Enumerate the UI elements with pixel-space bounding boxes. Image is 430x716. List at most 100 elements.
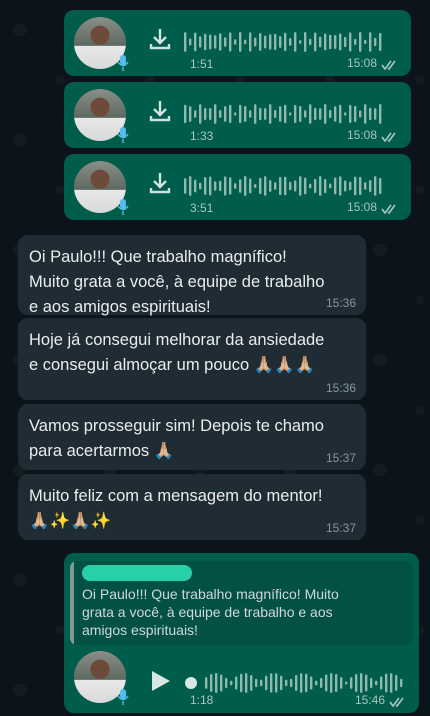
quoted-message[interactable]: Oi Paulo!!! Que trabalho magnífico! Muit…	[70, 561, 413, 645]
waveform-bar	[239, 104, 242, 124]
message-time: 15:08	[346, 128, 377, 142]
waveform-bar	[230, 680, 233, 686]
message-text: Hoje já consegui melhorar da ansiedade e…	[29, 331, 325, 374]
waveform-bar	[379, 177, 382, 195]
waveform-bar	[259, 107, 262, 121]
playback-slider-thumb[interactable]	[185, 677, 197, 689]
waveform-bar	[274, 109, 277, 119]
waveform-bar	[294, 180, 297, 192]
mic-icon	[116, 689, 130, 707]
waveform-bar	[304, 32, 307, 52]
waveform-bar	[319, 108, 322, 120]
waveform-bar	[269, 179, 272, 193]
download-icon[interactable]	[147, 26, 173, 52]
waveform[interactable]	[184, 102, 384, 126]
waveform-bar	[329, 109, 332, 119]
waveform-bar	[214, 35, 217, 49]
waveform-bar	[360, 673, 363, 693]
waveform-bar	[254, 184, 257, 188]
quote-bar	[70, 561, 74, 645]
waveform-bar	[319, 176, 322, 196]
waveform[interactable]	[200, 671, 410, 695]
waveform-bar	[194, 179, 197, 193]
download-icon[interactable]	[147, 98, 173, 124]
waveform-bar	[344, 112, 347, 116]
waveform-bar	[204, 107, 207, 121]
waveform-bar	[354, 176, 357, 196]
incoming-message[interactable]: Muito feliz com a mensagem do mentor! 🙏🏼…	[18, 474, 366, 540]
waveform-bar	[339, 104, 342, 124]
waveform-bar	[264, 35, 267, 49]
waveform-bar	[329, 34, 332, 50]
waveform-bar	[299, 105, 302, 123]
redacted-name	[82, 565, 192, 581]
waveform-bar	[199, 36, 202, 48]
waveform-bar	[375, 680, 378, 686]
waveform-bar	[254, 37, 257, 47]
voice-message[interactable]: 3:51 15:08	[64, 154, 411, 220]
play-icon[interactable]	[150, 669, 172, 693]
waveform-bar	[249, 32, 252, 52]
voice-message[interactable]: 1:51 15:08	[64, 10, 411, 76]
waveform-bar	[349, 32, 352, 52]
mic-icon	[116, 127, 130, 145]
waveform-bar	[199, 182, 202, 190]
waveform-bar	[295, 675, 298, 691]
waveform-bar	[219, 180, 222, 192]
waveform-bar	[370, 677, 373, 689]
waveform-bar	[309, 104, 312, 124]
waveform-bar	[189, 176, 192, 196]
waveform-bar	[359, 32, 362, 52]
waveform-bar	[395, 675, 398, 691]
voice-duration: 3:51	[190, 201, 214, 215]
waveform-bar	[205, 677, 208, 689]
waveform-bar	[304, 177, 307, 195]
waveform-bar	[324, 178, 327, 194]
message-time: 15:08	[346, 56, 377, 70]
waveform-bar	[320, 677, 323, 689]
waveform-bar	[210, 673, 213, 693]
incoming-message[interactable]: Oi Paulo!!! Que trabalho magnífico! Muit…	[18, 235, 366, 316]
incoming-message[interactable]: Hoje já consegui melhorar da ansiedade e…	[18, 318, 366, 400]
waveform-bar	[249, 110, 252, 118]
waveform-bar	[249, 178, 252, 194]
waveform-bar	[220, 674, 223, 692]
waveform-bar	[364, 39, 367, 45]
waveform-bar	[244, 176, 247, 196]
waveform-bar	[215, 673, 218, 693]
waveform-bar	[234, 39, 237, 45]
waveform-bar	[299, 40, 302, 44]
waveform-bar	[310, 676, 313, 690]
voice-message[interactable]: 1:33 15:08	[64, 82, 411, 148]
waveform-bar	[235, 676, 238, 690]
waveform-bar	[335, 673, 338, 693]
waveform-bar	[334, 106, 337, 122]
waveform-bar	[255, 678, 258, 688]
message-time: 15:08	[346, 200, 377, 214]
waveform-bar	[299, 176, 302, 196]
waveform-bar	[279, 106, 282, 122]
double-check-icon	[381, 60, 396, 71]
waveform-bar	[274, 33, 277, 51]
waveform-bar	[319, 36, 322, 48]
incoming-message[interactable]: Vamos prosseguir sim! Depois te chamo pa…	[18, 404, 366, 470]
waveform-bar	[264, 108, 267, 120]
waveform-bar	[264, 176, 267, 196]
waveform[interactable]	[184, 30, 384, 54]
waveform-bar	[314, 107, 317, 121]
waveform-bar	[259, 33, 262, 51]
waveform-bar	[324, 33, 327, 51]
waveform[interactable]	[184, 174, 384, 198]
waveform-bar	[364, 104, 367, 124]
waveform-bar	[359, 176, 362, 196]
double-check-icon	[381, 132, 396, 143]
message-text: Muito feliz com a mensagem do mentor! 🙏🏼…	[29, 487, 323, 530]
waveform-bar	[305, 673, 308, 693]
reply-voice-message[interactable]: Oi Paulo!!! Que trabalho magnífico! Muit…	[64, 553, 419, 713]
waveform-bar	[259, 177, 262, 195]
waveform-bar	[289, 181, 292, 191]
download-icon[interactable]	[147, 170, 173, 196]
waveform-bar	[309, 183, 312, 189]
waveform-bar	[364, 182, 367, 190]
waveform-bar	[224, 37, 227, 47]
